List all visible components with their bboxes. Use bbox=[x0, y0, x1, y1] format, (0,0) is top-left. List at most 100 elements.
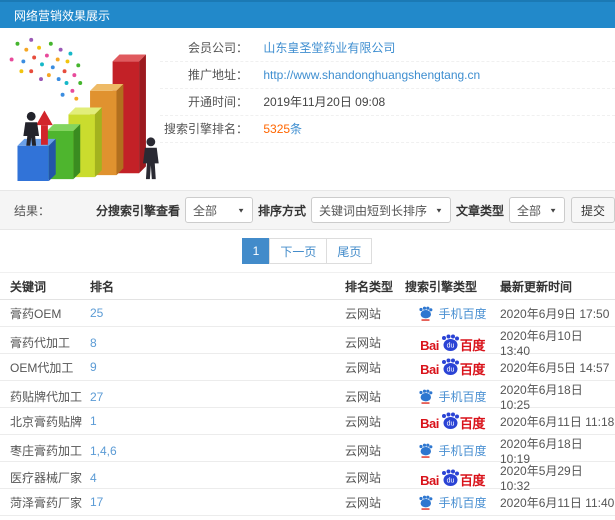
updated-time-cell: 2020年5月29日 10:32 bbox=[500, 464, 583, 493]
baidu-paw-icon: du bbox=[441, 334, 459, 351]
mobile-baidu-label: 手机百度 bbox=[438, 306, 487, 321]
rank-type-cell: 云网站 bbox=[345, 471, 382, 485]
table-row: 膏药代加工 8 云网站 Bai du 百度 2020年6月10日 13:40 bbox=[0, 327, 615, 358]
filter-bar: 结果： 分搜索引擎查看 全部 ▼ 排序方式 关键词由短到长排序 ▼ 文章类型 全… bbox=[0, 190, 615, 230]
search-engine-cell: Bai du 百度 手机百度 bbox=[405, 442, 500, 459]
rank-count-suffix: 条 bbox=[290, 122, 303, 136]
keyword-cell: 膏药代加工 bbox=[10, 336, 71, 350]
baidu-logo-bai: Bai bbox=[420, 472, 439, 488]
rank-link[interactable]: 8 bbox=[90, 336, 97, 350]
baidu-logo-bai: Bai bbox=[420, 362, 439, 377]
mobile-baidu-logo: 手机百度 bbox=[418, 442, 487, 459]
baidu-paw-icon: du bbox=[441, 412, 459, 429]
page-button-current[interactable]: 1 bbox=[241, 238, 271, 264]
engine-filter-value: 全部 bbox=[193, 203, 218, 218]
updated-time-cell: 2020年6月11日 11:40 bbox=[500, 495, 615, 510]
page-button-last[interactable]: 尾页 bbox=[326, 238, 373, 264]
article-type-value: 全部 bbox=[516, 203, 541, 218]
submit-button[interactable]: 提交 bbox=[570, 197, 615, 223]
rank-link[interactable]: 9 bbox=[90, 360, 97, 374]
updated-time-cell: 2020年6月5日 14:57 bbox=[500, 360, 610, 375]
table-body: 膏药OEM 25 云网站 Bai du 百度 bbox=[0, 300, 615, 516]
header-rank-type: 排名类型 bbox=[345, 279, 394, 294]
page-header: 网络营销效果展示 bbox=[0, 0, 615, 28]
table-row: 枣庄膏药加工 1,4,6 云网站 Bai du 百度 bbox=[0, 435, 615, 466]
rank-link[interactable]: 1 bbox=[90, 414, 97, 428]
info-row-company: 会员公司： 山东皇圣堂药业有限公司 bbox=[160, 35, 615, 62]
company-info: 会员公司： 山东皇圣堂药业有限公司 推广地址： http://www.shand… bbox=[160, 28, 615, 143]
article-type-label: 文章类型 bbox=[455, 203, 504, 218]
svg-text:du: du bbox=[446, 477, 454, 484]
rank-type-cell: 云网站 bbox=[345, 306, 382, 321]
company-link[interactable]: 山东皇圣堂药业有限公司 bbox=[263, 41, 395, 55]
info-row-url: 推广地址： http://www.shandonghuangshengtang.… bbox=[160, 62, 615, 89]
baidu-logo: Bai du 百度 bbox=[420, 358, 485, 376]
table-header-row: 关键词 排名 排名类型 搜索引擎类型 最新更新时间 bbox=[0, 272, 615, 300]
rank-type-cell: 云网站 bbox=[345, 495, 382, 510]
mobile-baidu-paw-icon bbox=[419, 443, 433, 458]
baidu-logo-cn: 百度 bbox=[459, 416, 486, 431]
chevron-down-icon: ▼ bbox=[549, 206, 557, 214]
baidu-paw-icon: du bbox=[441, 469, 459, 486]
info-row-open-time: 开通时间： 2019年11月20日 09:08 bbox=[160, 89, 615, 116]
keyword-cell: 北京膏药贴牌 bbox=[10, 414, 83, 429]
rank-type-cell: 云网站 bbox=[345, 444, 382, 458]
header-updated: 最新更新时间 bbox=[500, 279, 573, 294]
network-marketing-dashboard: 网络营销效果展示 会员公司： 山东皇圣堂药业有限公司 推广地址： http://… bbox=[0, 0, 615, 520]
page-button-next[interactable]: 下一页 bbox=[269, 238, 328, 264]
search-engine-cell: Bai du 百度 手机百度 bbox=[405, 412, 500, 430]
table-row: 医疗器械厂家 4 云网站 Bai du 百度 2020年5月29日 10:32 bbox=[0, 462, 615, 493]
baidu-logo-cn: 百度 bbox=[459, 472, 486, 488]
baidu-logo-bai: Bai bbox=[420, 337, 439, 353]
table-row: OEM代加工 9 云网站 Bai du 百度 2020年6月5日 14:57 bbox=[0, 354, 615, 381]
mobile-baidu-paw-icon bbox=[419, 389, 433, 404]
engine-filter-label: 分搜索引擎查看 bbox=[96, 203, 181, 218]
keyword-cell: 药贴牌代加工 bbox=[10, 390, 83, 404]
sort-select[interactable]: 关键词由短到长排序 ▼ bbox=[311, 197, 451, 223]
svg-text:du: du bbox=[446, 367, 454, 374]
result-label: 结果： bbox=[14, 203, 51, 218]
baidu-logo-cn: 百度 bbox=[459, 362, 486, 377]
keyword-cell: 枣庄膏药加工 bbox=[10, 444, 83, 458]
chevron-down-icon: ▼ bbox=[237, 206, 246, 214]
updated-time-cell: 2020年6月18日 10:25 bbox=[500, 383, 583, 412]
open-time-value: 2019年11月20日 09:08 bbox=[263, 95, 386, 109]
table-row: 菏泽膏药厂家 17 云网站 Bai du 百度 bbox=[0, 489, 615, 516]
search-engine-cell: Bai du 百度 手机百度 bbox=[405, 494, 500, 511]
keyword-cell: 膏药OEM bbox=[10, 306, 62, 321]
pagination: 1 下一页 尾页 bbox=[241, 238, 373, 264]
filter-controls: 分搜索引擎查看 全部 ▼ 排序方式 关键词由短到长排序 ▼ 文章类型 全部 ▼ … bbox=[91, 197, 615, 223]
updated-time-cell: 2020年6月9日 17:50 bbox=[500, 306, 610, 321]
rank-link[interactable]: 4 bbox=[90, 471, 97, 485]
table-row: 北京膏药贴牌 1 云网站 Bai du 百度 2020年6月11日 11:18 bbox=[0, 408, 615, 435]
svg-text:du: du bbox=[446, 342, 454, 349]
header-engine-type: 搜索引擎类型 bbox=[405, 279, 478, 294]
rank-link[interactable]: 1,4,6 bbox=[90, 444, 117, 458]
search-engine-cell: Bai du 百度 手机百度 bbox=[405, 305, 500, 322]
rank-link[interactable]: 27 bbox=[90, 390, 103, 404]
baidu-logo: Bai du 百度 bbox=[420, 412, 485, 430]
mobile-baidu-paw-icon bbox=[419, 495, 433, 510]
search-engine-cell: Bai du 百度 手机百度 bbox=[405, 358, 500, 376]
baidu-paw-icon: du bbox=[441, 358, 459, 375]
keyword-cell: 菏泽膏药厂家 bbox=[10, 495, 83, 510]
search-engine-cell: Bai du 百度 手机百度 bbox=[405, 388, 500, 405]
bar-chart-illustration bbox=[9, 37, 159, 182]
info-section: 会员公司： 山东皇圣堂药业有限公司 推广地址： http://www.shand… bbox=[0, 28, 615, 190]
engine-filter-select[interactable]: 全部 ▼ bbox=[185, 197, 254, 223]
mobile-baidu-label: 手机百度 bbox=[438, 444, 487, 458]
svg-text:du: du bbox=[446, 421, 454, 428]
table-row: 膏药OEM 25 云网站 Bai du 百度 bbox=[0, 300, 615, 327]
promo-url-link[interactable]: http://www.shandonghuangshengtang.cn bbox=[263, 68, 480, 82]
rank-link[interactable]: 25 bbox=[90, 306, 103, 320]
baidu-logo: Bai du 百度 bbox=[420, 334, 485, 352]
sort-value: 关键词由短到长排序 bbox=[319, 203, 428, 218]
keyword-cell: OEM代加工 bbox=[10, 360, 74, 375]
article-type-select[interactable]: 全部 ▼ bbox=[508, 197, 565, 223]
keyword-cell: 医疗器械厂家 bbox=[10, 471, 83, 485]
rank-link[interactable]: 17 bbox=[90, 495, 103, 509]
mobile-baidu-label: 手机百度 bbox=[438, 495, 487, 510]
updated-time-cell: 2020年6月11日 11:18 bbox=[500, 414, 615, 429]
keyword-rank-table: 关键词 排名 排名类型 搜索引擎类型 最新更新时间 膏药OEM 25 云网站 B… bbox=[0, 272, 615, 516]
header-rank: 排名 bbox=[90, 279, 115, 294]
